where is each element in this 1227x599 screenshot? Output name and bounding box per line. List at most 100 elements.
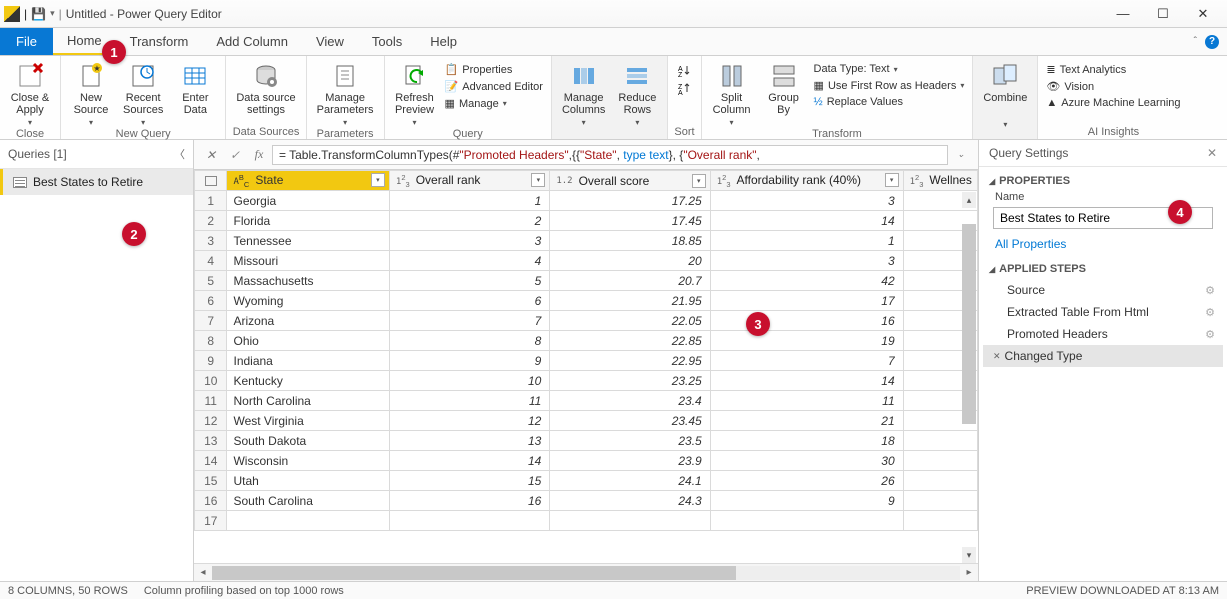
close-window-button[interactable]: ✕ xyxy=(1183,0,1223,28)
window-title: Untitled - Power Query Editor xyxy=(66,7,222,21)
fx-button[interactable]: fx xyxy=(248,145,270,165)
tab-add-column[interactable]: Add Column xyxy=(202,28,302,55)
data-type-button[interactable]: Data Type: Text ▾ xyxy=(812,62,967,76)
table-row[interactable]: 2Florida217.4514 xyxy=(195,211,978,231)
manage-parameters-button[interactable]: Manage Parameters▾ xyxy=(313,58,378,127)
qat-dropdown[interactable]: ▾ xyxy=(50,8,55,19)
tab-help[interactable]: Help xyxy=(416,28,471,55)
properties-button[interactable]: 📋Properties xyxy=(443,62,545,77)
commit-formula-button[interactable]: ✓ xyxy=(224,145,246,165)
manage-button[interactable]: ▦Manage ▾ xyxy=(443,96,545,111)
enter-data-button[interactable]: Enter Data xyxy=(171,58,219,116)
table-row[interactable]: 13South Dakota1323.518 xyxy=(195,431,978,451)
manage-columns-button[interactable]: Manage Columns▾ xyxy=(558,58,609,127)
group-by-button[interactable]: Group By xyxy=(760,58,808,116)
table-row[interactable]: 8Ohio822.8519 xyxy=(195,331,978,351)
filter-icon[interactable]: ▾ xyxy=(885,173,899,187)
query-item[interactable]: Best States to Retire xyxy=(0,169,193,195)
recent-sources-button[interactable]: Recent Sources▾ xyxy=(119,58,167,127)
help-icon[interactable]: ? xyxy=(1205,35,1219,49)
reduce-rows-button[interactable]: Reduce Rows▾ xyxy=(613,58,661,127)
sort-asc-button[interactable]: AZ xyxy=(674,62,694,78)
sort-desc-button[interactable]: ZA xyxy=(674,80,694,96)
step-changed-type[interactable]: Changed Type xyxy=(983,345,1223,367)
table-row[interactable]: 11North Carolina1123.411 xyxy=(195,391,978,411)
sep: | xyxy=(24,7,27,21)
table-row[interactable]: 5Massachusetts520.742 xyxy=(195,271,978,291)
expand-formula-button[interactable]: ⌄ xyxy=(950,145,972,165)
group-sort: Sort xyxy=(674,125,694,139)
tab-tools[interactable]: Tools xyxy=(358,28,416,55)
col-header-overall-rank[interactable]: 123Overall rank▾ xyxy=(389,171,549,191)
advanced-editor-button[interactable]: 📝Advanced Editor xyxy=(443,79,545,94)
split-column-button[interactable]: Split Column▾ xyxy=(708,58,756,127)
scroll-down-button[interactable]: ▾ xyxy=(962,547,976,563)
replace-values-button[interactable]: ½Replace Values xyxy=(812,95,967,109)
applied-steps-section[interactable]: ◢APPLIED STEPS xyxy=(979,255,1227,279)
table-row[interactable]: 9Indiana922.957 xyxy=(195,351,978,371)
scroll-up-button[interactable]: ▴ xyxy=(962,192,976,208)
manage-icon: ▦ xyxy=(445,97,455,110)
cancel-formula-button[interactable]: ✕ xyxy=(200,145,222,165)
data-grid[interactable]: ABCState▾ 123Overall rank▾ 1.2Overall sc… xyxy=(194,170,978,531)
new-source-button[interactable]: ★ New Source▾ xyxy=(67,58,115,127)
collapse-queries-icon[interactable]: 〈 xyxy=(174,146,185,162)
data-preview: ✕ ✓ fx = Table.TransformColumnTypes(#"Pr… xyxy=(194,140,979,581)
text-analytics-button[interactable]: ≣Text Analytics xyxy=(1044,62,1182,77)
tab-transform[interactable]: Transform xyxy=(116,28,203,55)
status-columns-rows: 8 COLUMNS, 50 ROWS xyxy=(8,585,128,597)
scroll-left-button[interactable]: ◂ xyxy=(194,567,212,578)
table-row[interactable]: 3Tennessee318.851 xyxy=(195,231,978,251)
col-header-wellness[interactable]: 123Wellnes xyxy=(903,171,977,191)
tab-view[interactable]: View xyxy=(302,28,358,55)
table-row[interactable]: 4Missouri4203 xyxy=(195,251,978,271)
close-apply-button[interactable]: Close & Apply▾ xyxy=(6,58,54,127)
step-promoted[interactable]: Promoted Headers⚙ xyxy=(983,323,1223,345)
refresh-preview-button[interactable]: Refresh Preview▾ xyxy=(391,58,439,127)
minimize-button[interactable]: — xyxy=(1103,0,1143,28)
collapse-ribbon-icon[interactable]: ˆ xyxy=(1194,36,1197,47)
first-row-headers-button[interactable]: ▦Use First Row as Headers ▾ xyxy=(812,78,967,93)
step-extracted[interactable]: Extracted Table From Html⚙ xyxy=(983,301,1223,323)
filter-icon[interactable]: ▾ xyxy=(371,173,385,187)
azure-ml-button[interactable]: ▲Azure Machine Learning xyxy=(1044,96,1182,110)
col-header-affordability[interactable]: 123Affordability rank (40%)▾ xyxy=(710,171,903,191)
table-row[interactable]: 1Georgia117.253 xyxy=(195,191,978,211)
combine-button[interactable]: Combine▾ xyxy=(979,58,1031,129)
save-icon[interactable]: 💾 xyxy=(31,7,46,21)
table-row[interactable]: 16South Carolina1624.39 xyxy=(195,491,978,511)
step-source[interactable]: Source⚙ xyxy=(983,279,1223,301)
table-row[interactable]: 14Wisconsin1423.930 xyxy=(195,451,978,471)
gear-icon[interactable]: ⚙ xyxy=(1205,306,1215,319)
horizontal-scrollbar[interactable]: ◂ ▸ xyxy=(194,563,978,581)
filter-icon[interactable]: ▾ xyxy=(692,174,706,188)
callout-4: 4 xyxy=(1168,200,1192,224)
data-source-settings-button[interactable]: Data source settings xyxy=(232,58,299,116)
col-header-state[interactable]: ABCState▾ xyxy=(227,171,389,191)
maximize-button[interactable]: ☐ xyxy=(1143,0,1183,28)
group-transform: Transform xyxy=(708,127,967,141)
queries-header[interactable]: Queries [1] 〈 xyxy=(0,140,193,169)
vertical-scrollbar[interactable] xyxy=(962,224,976,424)
replace-icon: ½ xyxy=(814,96,823,108)
table-row[interactable]: 10Kentucky1023.2514 xyxy=(195,371,978,391)
file-tab[interactable]: File xyxy=(0,28,53,55)
formula-input[interactable]: = Table.TransformColumnTypes(#"Promoted … xyxy=(272,145,948,165)
scroll-right-button[interactable]: ▸ xyxy=(960,567,978,578)
query-name: Best States to Retire xyxy=(33,175,143,189)
table-row[interactable]: 6Wyoming621.9517 xyxy=(195,291,978,311)
table-row[interactable]: 7Arizona722.0516 xyxy=(195,311,978,331)
group-data-sources: Data Sources xyxy=(232,125,299,139)
table-corner[interactable] xyxy=(195,171,227,191)
properties-section[interactable]: ◢PROPERTIES xyxy=(979,167,1227,191)
gear-icon[interactable]: ⚙ xyxy=(1205,284,1215,297)
gear-icon[interactable]: ⚙ xyxy=(1205,328,1215,341)
filter-icon[interactable]: ▾ xyxy=(531,173,545,187)
properties-icon: 📋 xyxy=(445,63,459,76)
vision-button[interactable]: 👁Vision xyxy=(1044,79,1182,94)
all-properties-link[interactable]: All Properties xyxy=(979,233,1227,255)
close-settings-button[interactable]: ✕ xyxy=(1207,146,1217,160)
table-row[interactable]: 15Utah1524.126 xyxy=(195,471,978,491)
col-header-overall-score[interactable]: 1.2Overall score▾ xyxy=(550,171,710,191)
table-row[interactable]: 12West Virginia1223.4521 xyxy=(195,411,978,431)
